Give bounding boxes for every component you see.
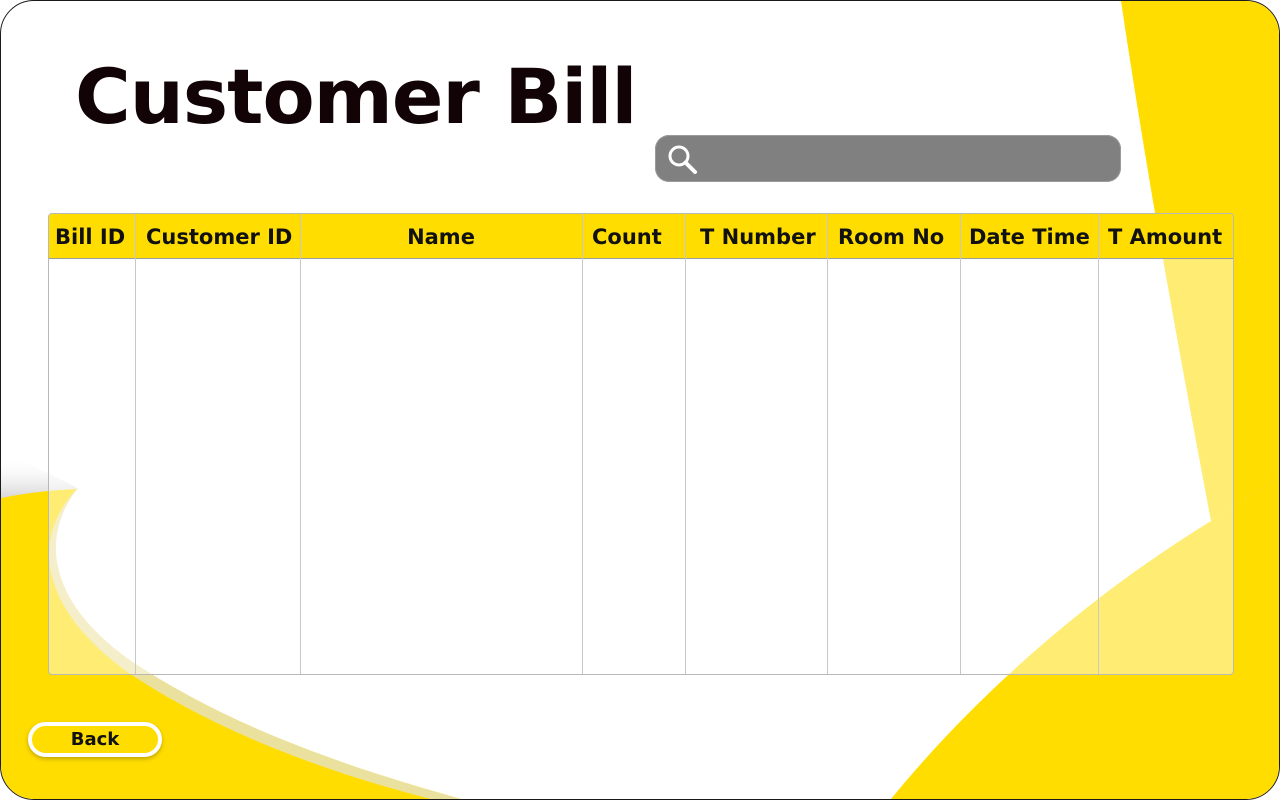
page-title: Customer Bill <box>75 52 637 141</box>
search-icon <box>668 145 697 174</box>
back-button[interactable]: Back <box>28 722 162 757</box>
column-header-name[interactable]: Name <box>300 214 582 258</box>
column-divider <box>1098 214 1099 674</box>
column-divider <box>685 214 686 674</box>
column-header-t-amount[interactable]: T Amount <box>1098 214 1233 258</box>
column-header-customer-id[interactable]: Customer ID <box>136 214 300 258</box>
column-header-date-time[interactable]: Date Time <box>960 214 1098 258</box>
column-divider <box>300 214 301 674</box>
bill-table[interactable]: Bill ID Customer ID Name Count T Number … <box>48 213 1234 675</box>
column-header-bill-id[interactable]: Bill ID <box>49 214 136 258</box>
column-header-t-number[interactable]: T Number <box>685 214 827 258</box>
column-divider <box>827 214 828 674</box>
column-header-count[interactable]: Count <box>582 214 685 258</box>
search-bar[interactable] <box>655 135 1121 182</box>
column-divider <box>135 214 136 674</box>
app-window: Customer Bill Bill ID Customer ID Name C… <box>0 0 1280 800</box>
column-header-room-no[interactable]: Room No <box>827 214 960 258</box>
column-divider <box>960 214 961 674</box>
search-input[interactable] <box>699 140 1121 177</box>
table-header-row: Bill ID Customer ID Name Count T Number … <box>49 214 1233 259</box>
column-divider <box>582 214 583 674</box>
